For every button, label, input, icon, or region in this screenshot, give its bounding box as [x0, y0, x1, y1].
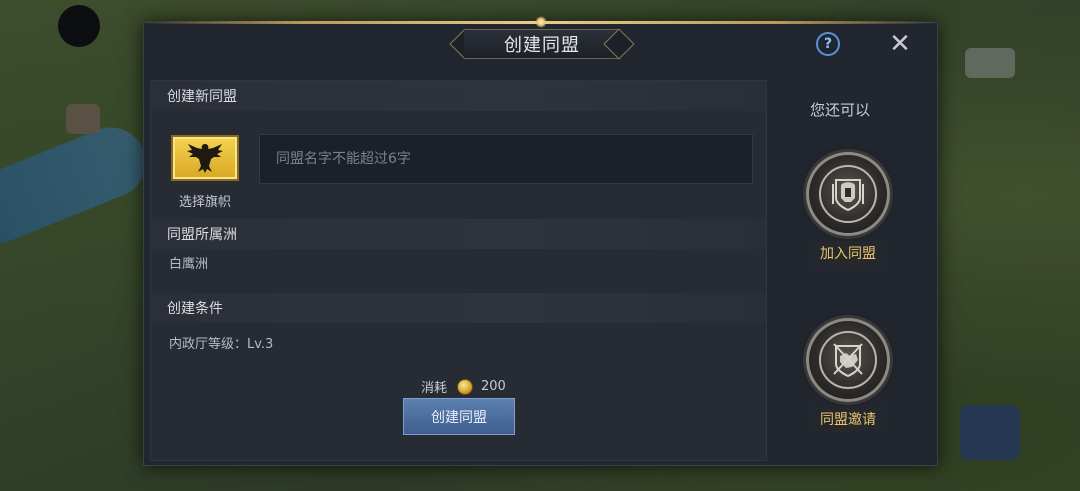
flag-select-button[interactable] [171, 135, 239, 181]
conditions-header: 创建条件 [151, 293, 766, 323]
create-alliance-button[interactable]: 创建同盟 [403, 398, 515, 435]
alliance-name-input[interactable] [259, 134, 753, 184]
helmet-shield-icon [819, 165, 877, 223]
dialog-title-plate: 创建同盟 [449, 28, 635, 60]
continent-value: 白鹰洲 [169, 257, 209, 272]
side-title: 您还可以 [810, 101, 871, 119]
continent-header: 同盟所属洲 [151, 219, 766, 249]
create-alliance-form: 创建新同盟 选择旗帜 同盟所属洲 白鹰洲 创建条件 内政厅等级：Lv.3 消耗 … [150, 80, 767, 461]
alliance-invitation-button[interactable] [806, 318, 890, 402]
join-alliance-label: 加入同盟 [806, 241, 890, 265]
create-new-alliance-header: 创建新同盟 [151, 81, 766, 111]
eagle-emblem-icon [187, 144, 223, 173]
question-icon[interactable]: ? [816, 32, 840, 56]
cost-label: 消耗 [421, 381, 448, 396]
create-alliance-dialog: 创建同盟 ? ✕ 创建新同盟 选择旗帜 同盟所属洲 白鹰洲 创建条件 内政厅等级… [143, 16, 938, 466]
gold-coin-icon [457, 378, 474, 395]
join-alliance-button[interactable] [806, 152, 890, 236]
alliance-invitation-label: 同盟邀请 [806, 407, 890, 431]
panel-top-ornament [535, 16, 547, 28]
cost-amount: 200 [481, 379, 506, 394]
dialog-title: 创建同盟 [464, 29, 620, 59]
handshake-shield-icon [819, 331, 877, 389]
close-icon[interactable]: ✕ [886, 30, 914, 58]
flag-select-label: 选择旗帜 [178, 195, 231, 210]
cost-row: 消耗 200 [421, 377, 506, 396]
conditions-value: 内政厅等级：Lv.3 [169, 337, 274, 352]
